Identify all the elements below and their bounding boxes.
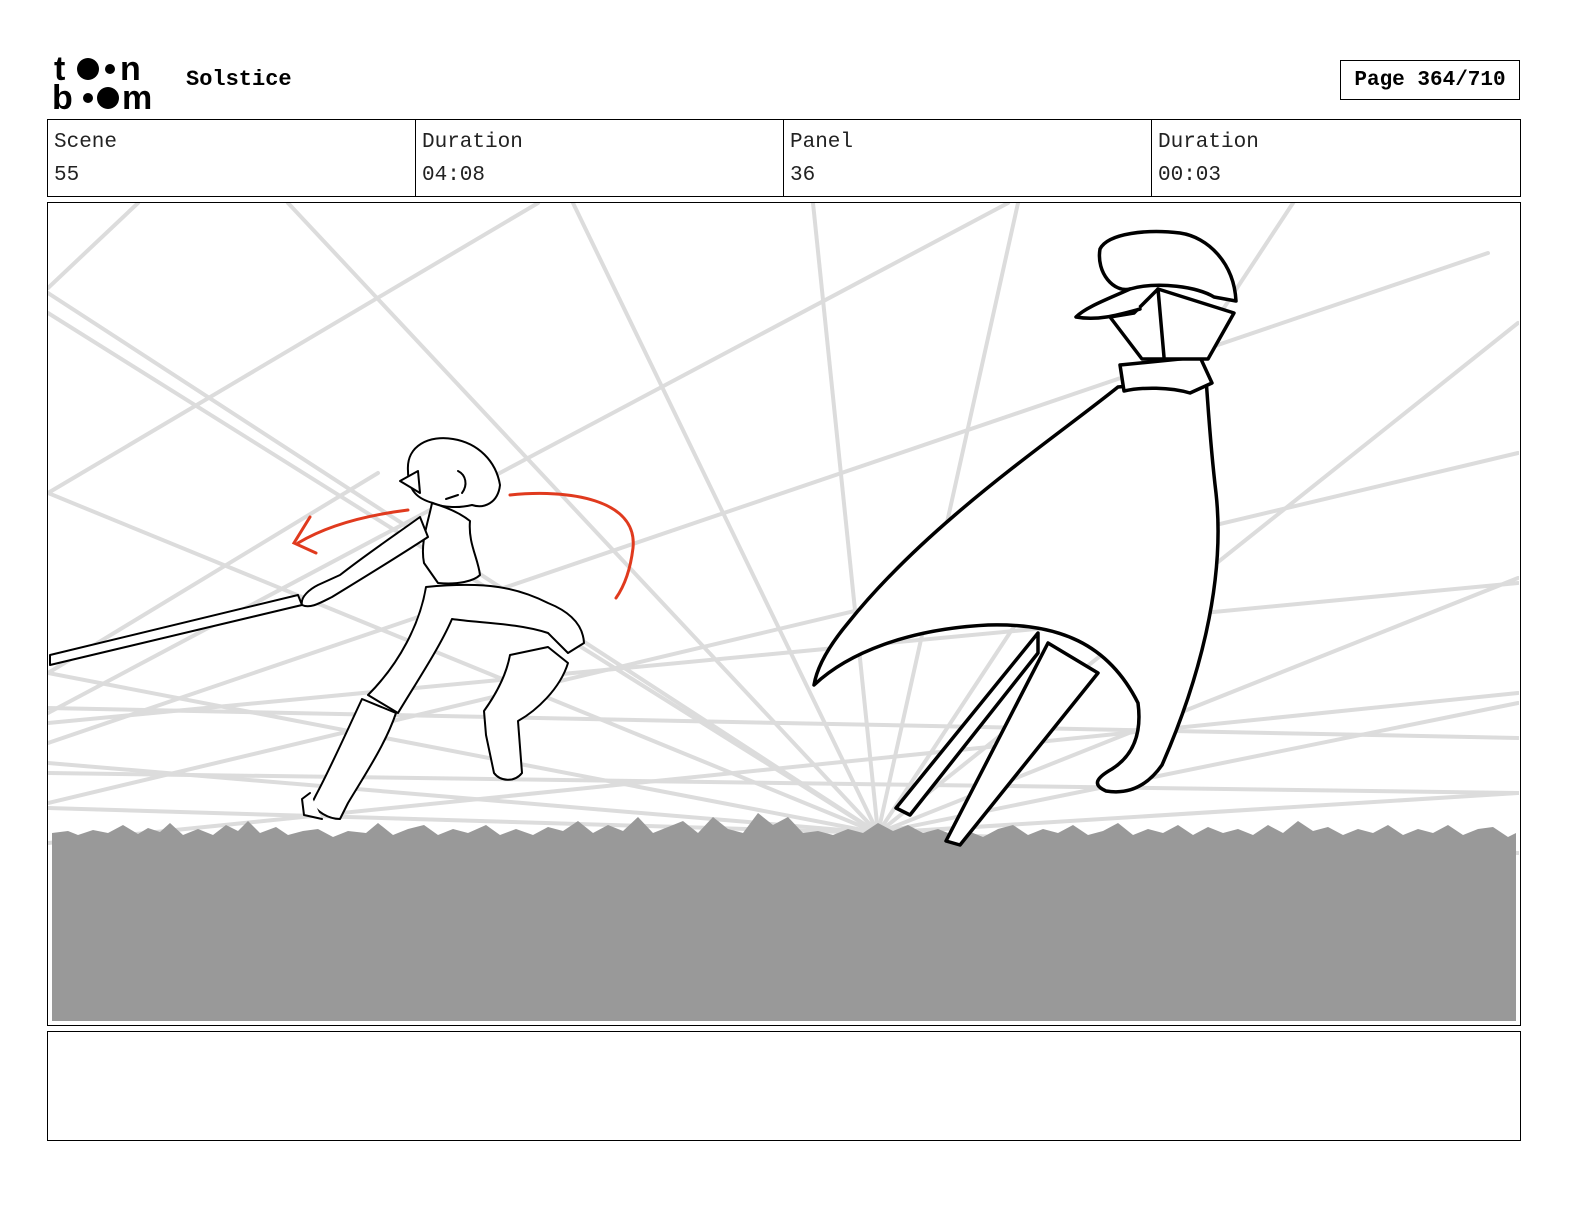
panel-notes-box[interactable] bbox=[47, 1031, 1521, 1141]
page-indicator: Page 364/710 bbox=[1340, 60, 1520, 100]
ground-silhouette bbox=[52, 813, 1516, 1021]
girl-figure bbox=[49, 437, 585, 820]
scene-duration-value: 04:08 bbox=[422, 164, 486, 187]
scene-duration-cell: Duration 04:08 bbox=[416, 120, 784, 196]
storyboard-panel bbox=[47, 202, 1521, 1026]
panel-drawing bbox=[48, 203, 1519, 1021]
panel-duration-value: 00:03 bbox=[1158, 164, 1222, 187]
panel-cell: Panel 36 bbox=[784, 120, 1152, 196]
scene-value: 55 bbox=[54, 164, 80, 187]
cloaked-figure bbox=[812, 229, 1238, 847]
toon-boom-logo: t n b m bbox=[52, 50, 164, 117]
panel-info-table: Scene 55 Duration 04:08 Panel 36 Duratio… bbox=[47, 119, 1521, 197]
project-title: Solstice bbox=[186, 67, 292, 92]
panel-duration-label: Duration bbox=[1158, 131, 1259, 154]
panel-label: Panel bbox=[790, 131, 854, 154]
svg-text:m: m bbox=[122, 79, 152, 112]
scene-duration-label: Duration bbox=[422, 131, 523, 154]
panel-value: 36 bbox=[790, 164, 816, 187]
scene-label: Scene bbox=[54, 131, 118, 154]
speed-lines bbox=[48, 203, 1519, 855]
scene-cell: Scene 55 bbox=[48, 120, 416, 196]
svg-text:b: b bbox=[52, 79, 73, 112]
panel-duration-cell: Duration 00:03 bbox=[1152, 120, 1520, 196]
